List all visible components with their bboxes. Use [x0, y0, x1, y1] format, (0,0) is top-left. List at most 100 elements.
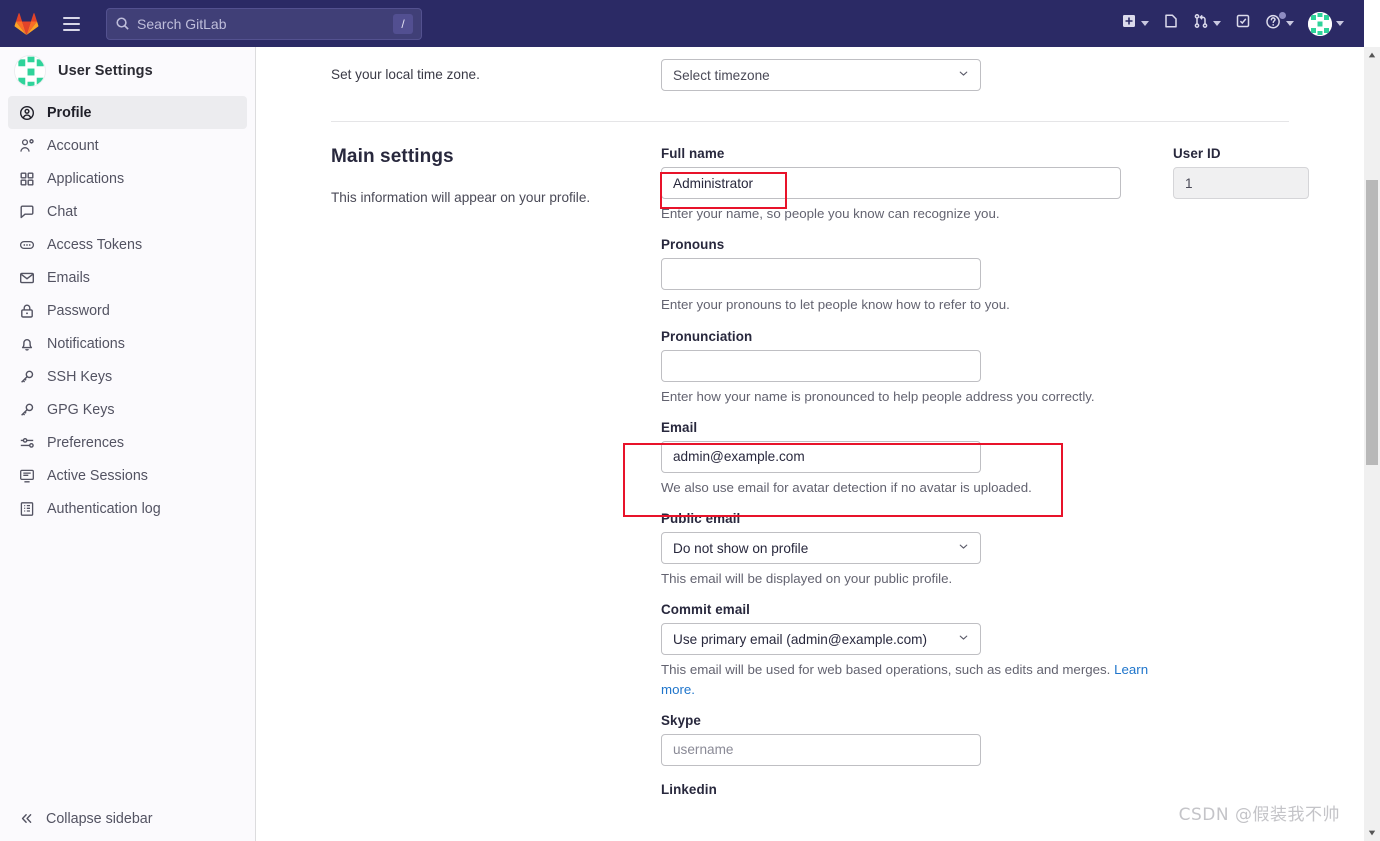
settings-form: Set your local time zone. Select timezon…: [256, 47, 1364, 803]
hamburger-menu-icon[interactable]: [54, 7, 88, 41]
sidebar-item-label: Account: [47, 137, 99, 154]
sidebar-item-password[interactable]: Password: [8, 294, 247, 327]
lock-icon: [18, 302, 35, 319]
sidebar-item-profile[interactable]: Profile: [8, 96, 247, 129]
sidebar-item-label: Chat: [47, 203, 78, 220]
linkedin-field: Linkedin: [661, 782, 1151, 797]
sidebar-header[interactable]: User Settings: [0, 49, 255, 93]
user-menu[interactable]: [1302, 7, 1350, 41]
public-email-field: Public email Do not show on profile This…: [661, 511, 1151, 588]
email-input[interactable]: [661, 440, 981, 473]
full-name-help: Enter your name, so people you know can …: [661, 206, 1000, 221]
sidebar-item-label: Emails: [47, 269, 90, 286]
public-email-label: Public email: [661, 511, 741, 527]
chevron-down-icon: [957, 540, 970, 556]
page-scrollbar-thumb[interactable]: [1366, 180, 1378, 465]
user-circle-icon: [18, 104, 35, 121]
navbar-actions: [1115, 7, 1364, 41]
bell-icon: [18, 335, 35, 352]
user-id-column: User ID: [1151, 146, 1321, 803]
sidebar-item-label: Password: [47, 302, 110, 319]
search-icon: [115, 16, 130, 31]
sidebar-nav-list: Profile Account Applications Chat Access…: [0, 93, 255, 795]
email-label: Email: [661, 419, 698, 435]
notification-dot-indicator: [1279, 11, 1286, 19]
todos-link[interactable]: [1229, 7, 1257, 41]
timezone-field-column: Select timezone: [661, 59, 1151, 91]
account-gear-icon: [18, 137, 35, 154]
scroll-down-arrow[interactable]: [1364, 825, 1380, 841]
user-avatar-icon: [1308, 11, 1332, 36]
commit-email-select-value: Use primary email (admin@example.com): [673, 631, 928, 647]
public-email-select[interactable]: Do not show on profile: [661, 532, 981, 565]
main-settings-description-column: Main settings This information will appe…: [331, 146, 661, 803]
page-title: Main settings: [331, 146, 454, 167]
csdn-watermark: CSDN @假装我不帅: [1178, 805, 1340, 825]
chevron-down-icon: [957, 67, 970, 83]
sidebar-item-gpg-keys[interactable]: GPG Keys: [8, 393, 247, 426]
token-pill-icon: [18, 236, 35, 253]
issues-link[interactable]: [1157, 7, 1185, 41]
full-name-label: Full name: [661, 146, 725, 161]
skype-field: Skype: [661, 713, 1151, 766]
merge-request-icon: [1193, 13, 1209, 34]
sidebar-item-notifications[interactable]: Notifications: [8, 327, 247, 360]
timezone-select[interactable]: Select timezone: [661, 59, 981, 91]
pronunciation-input[interactable]: [661, 349, 981, 382]
pronouns-input[interactable]: [661, 258, 981, 291]
pronouns-help: Enter your pronouns to let people know h…: [661, 297, 1010, 313]
create-new-menu[interactable]: [1115, 7, 1155, 41]
help-menu[interactable]: [1259, 7, 1300, 41]
sidebar-item-access-tokens[interactable]: Access Tokens: [8, 228, 247, 261]
full-name-input[interactable]: [661, 167, 1121, 199]
user-id-field: User ID: [1173, 146, 1321, 199]
sidebar-item-active-sessions[interactable]: Active Sessions: [8, 459, 247, 492]
public-email-select-value: Do not show on profile: [673, 540, 809, 556]
timezone-description-column: Set your local time zone.: [331, 59, 661, 91]
sidebar-item-label: Applications: [47, 170, 125, 187]
commit-email-select[interactable]: Use primary email (admin@example.com): [661, 623, 981, 656]
log-list-icon: [18, 500, 35, 517]
sliders-icon: [18, 434, 35, 451]
commit-email-help-text: This email will be used for web based op…: [661, 662, 1111, 678]
timezone-section: Set your local time zone. Select timezon…: [256, 47, 1364, 91]
chevron-down-icon: [1213, 21, 1221, 26]
envelope-icon: [18, 269, 35, 286]
sidebar-item-chat[interactable]: Chat: [8, 195, 247, 228]
pronouns-field: Pronouns Enter your pronouns to let peop…: [661, 237, 1151, 314]
sidebar-item-label: Active Sessions: [47, 467, 148, 484]
sidebar-title: User Settings: [58, 63, 153, 79]
key-icon: [18, 368, 35, 385]
sidebar-item-account[interactable]: Account: [8, 129, 247, 162]
sidebar-item-applications[interactable]: Applications: [8, 162, 247, 195]
collapse-sidebar-button[interactable]: Collapse sidebar: [0, 795, 255, 841]
gitlab-logo-icon[interactable]: [0, 12, 52, 36]
skype-input[interactable]: [661, 733, 981, 766]
sidebar-item-authentication-log[interactable]: Authentication log: [8, 492, 247, 525]
pronouns-label: Pronouns: [661, 237, 725, 253]
merge-requests-menu[interactable]: [1187, 7, 1227, 41]
email-field: Email We also use email for avatar detec…: [661, 420, 1151, 497]
user-identicon-avatar: [14, 55, 46, 87]
search-placeholder: Search GitLab: [137, 15, 227, 32]
search-input[interactable]: Search GitLab /: [106, 7, 422, 40]
sidebar-item-label: Profile: [47, 104, 92, 121]
user-id-input: [1173, 167, 1309, 199]
email-help: We also use email for avatar detection i…: [661, 479, 1032, 495]
sidebar-item-label: Authentication log: [47, 500, 161, 517]
main-settings-fields-column: Full name Enter your name, so people you…: [661, 146, 1151, 803]
sidebar-item-ssh-keys[interactable]: SSH Keys: [8, 360, 247, 393]
chevron-down-icon: [957, 631, 970, 647]
user-id-label: User ID: [1173, 146, 1221, 161]
chevron-double-left-icon: [18, 810, 35, 827]
public-email-help: This email will be displayed on your pub…: [661, 571, 953, 587]
sidebar-item-emails[interactable]: Emails: [8, 261, 247, 294]
sidebar-item-preferences[interactable]: Preferences: [8, 426, 247, 459]
monitor-icon: [18, 467, 35, 484]
page-scrollbar-track[interactable]: [1364, 47, 1380, 841]
main-settings-description: This information will appear on your pro…: [331, 190, 591, 205]
commit-email-label: Commit email: [661, 602, 751, 618]
scroll-up-arrow[interactable]: [1364, 47, 1380, 63]
search-shortcut-key: /: [393, 13, 413, 34]
pronunciation-field: Pronunciation Enter how your name is pro…: [661, 329, 1151, 406]
